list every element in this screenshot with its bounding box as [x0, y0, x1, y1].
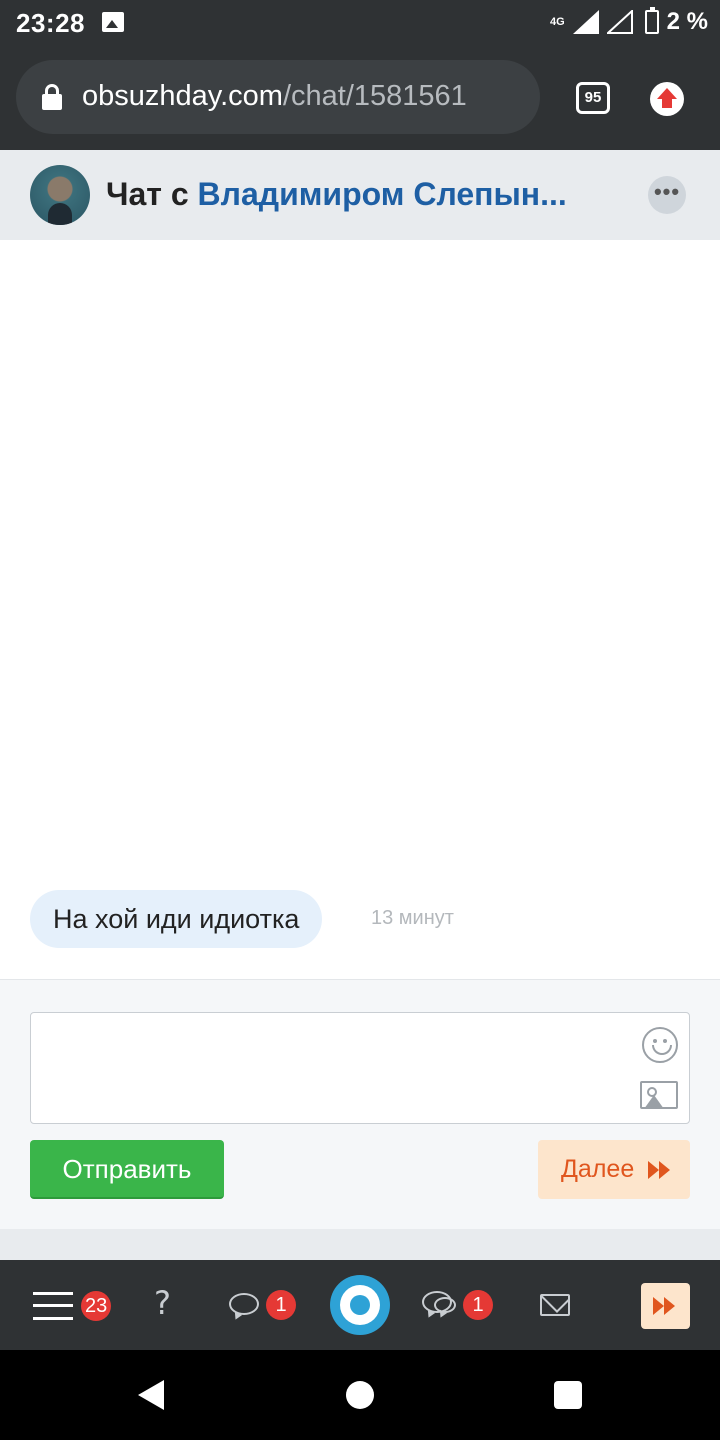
divider-band	[0, 1229, 720, 1260]
message-input[interactable]	[30, 1012, 690, 1124]
menu-badge: 23	[81, 1291, 112, 1321]
back-icon[interactable]	[138, 1380, 164, 1410]
fast-forward-icon	[648, 1161, 672, 1179]
message-bubble: На хой иди идиотка	[30, 890, 323, 948]
address-bar[interactable]: obsuzhday.com/chat/1581561	[16, 60, 540, 134]
bottom-nav: 23 ? 1 1	[0, 1260, 720, 1350]
url-path: /chat/1581561	[282, 80, 467, 112]
tabs-button[interactable]: 95	[576, 82, 610, 114]
question-icon[interactable]: ?	[154, 1284, 171, 1322]
signal-empty-icon	[606, 10, 633, 34]
status-time: 23:28	[16, 8, 85, 38]
chat-partner-link[interactable]: Владимиром Слепын...	[198, 176, 567, 212]
chat-title: Чат с Владимиром Слепын...	[106, 176, 616, 213]
menu-icon[interactable]	[33, 1290, 73, 1322]
next-button[interactable]: Далее	[538, 1140, 690, 1199]
discussions-icon-back	[434, 1297, 456, 1313]
compose-area: Отправить Далее	[0, 979, 720, 1229]
comment-icon[interactable]	[229, 1293, 259, 1315]
status-bar: 23:28 4G 2 %	[0, 0, 720, 46]
messages-badge: 1	[266, 1290, 296, 1320]
image-attach-icon[interactable]	[640, 1081, 678, 1109]
home-icon[interactable]	[346, 1381, 374, 1409]
emoji-icon[interactable]	[642, 1027, 678, 1063]
mail-icon[interactable]	[540, 1294, 570, 1316]
discussions-badge: 1	[463, 1290, 493, 1320]
chat-title-prefix: Чат с	[106, 176, 198, 212]
avatar[interactable]	[30, 165, 90, 225]
url-domain: obsuzhday.com	[82, 80, 283, 112]
system-nav-bar	[0, 1350, 720, 1440]
fast-forward-icon	[653, 1297, 677, 1315]
upload-arrow-icon[interactable]	[650, 82, 684, 116]
recents-icon[interactable]	[554, 1381, 582, 1409]
battery-percent: 2 %	[666, 8, 708, 35]
browser-toolbar: obsuzhday.com/chat/1581561 95	[0, 46, 720, 150]
lock-icon	[42, 84, 62, 110]
chat-header: Чат с Владимиром Слепын... •••	[0, 150, 720, 240]
battery-icon	[644, 7, 659, 34]
message-time: 13 минут	[371, 907, 454, 929]
gallery-notification-icon	[102, 12, 124, 32]
home-logo-icon[interactable]	[330, 1275, 390, 1335]
url-text: obsuzhday.com/chat/1581561	[82, 80, 467, 113]
status-indicators: 4G 2 %	[549, 7, 708, 36]
more-options-button[interactable]: •••	[648, 176, 686, 214]
fast-forward-button[interactable]	[641, 1283, 690, 1329]
next-button-label: Далее	[561, 1155, 635, 1183]
signal-icon	[572, 10, 599, 34]
send-button[interactable]: Отправить	[30, 1140, 224, 1199]
network-type: 4G	[549, 16, 565, 28]
